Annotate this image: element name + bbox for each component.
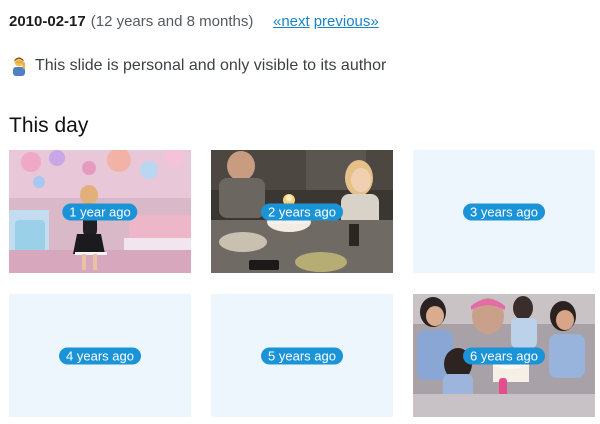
slide-date: 2010-02-17: [9, 13, 86, 30]
memory-tile[interactable]: 1 year ago: [9, 150, 191, 273]
memory-tile[interactable]: 2 years ago: [211, 150, 393, 273]
years-ago-badge: 3 years ago: [463, 203, 545, 220]
years-ago-badge: 2 years ago: [261, 203, 343, 220]
slide-navigation: «next previous»: [273, 12, 379, 32]
memory-tile[interactable]: 5 years ago: [211, 294, 393, 417]
date-line: 2010-02-17 (12 years and 8 months): [9, 12, 253, 32]
years-ago-badge: 1 year ago: [62, 203, 138, 220]
memory-tile[interactable]: 4 years ago: [9, 294, 191, 417]
section-title: This day: [9, 114, 89, 137]
private-notice-text: This slide is personal and only visible …: [35, 57, 387, 74]
previous-link[interactable]: previous»: [314, 13, 379, 30]
this-day-page: 2010-02-17 (12 years and 8 months) «next p…: [0, 0, 600, 424]
memory-tile[interactable]: 3 years ago: [413, 150, 595, 273]
years-ago-badge: 6 years ago: [463, 347, 545, 364]
years-ago-badge: 5 years ago: [261, 347, 343, 364]
memory-tile[interactable]: 6 years ago: [413, 294, 595, 417]
slide-age: (12 years and 8 months): [90, 13, 254, 30]
next-link[interactable]: «next: [273, 13, 310, 30]
years-ago-badge: 4 years ago: [59, 347, 141, 364]
person-facepalm-icon: [10, 56, 28, 76]
private-notice: This slide is personal and only visible …: [10, 55, 386, 77]
